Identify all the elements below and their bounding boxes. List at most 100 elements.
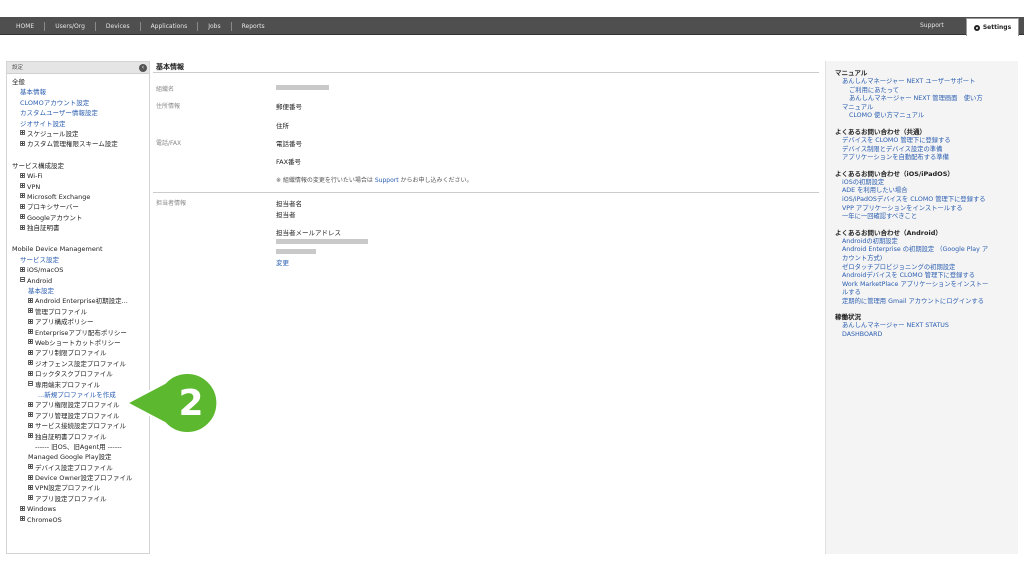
support-link[interactable]: Support — [375, 177, 399, 184]
help-link[interactable]: あんしんマネージャー NEXT STATUS — [835, 322, 1013, 331]
help-link[interactable]: iOS/iPadOSデバイスを CLOMO 管理下に登録する — [835, 196, 1013, 205]
expand-icon[interactable] — [20, 214, 25, 220]
sidebar-item[interactable]: Microsoft Exchange — [12, 192, 149, 202]
help-link[interactable]: アプリケーションを自動配布する準備 — [835, 154, 1013, 163]
sidebar-item[interactable]: Android — [12, 276, 149, 286]
expand-icon[interactable] — [28, 370, 33, 376]
expand-icon[interactable] — [20, 224, 25, 230]
expand-icon[interactable] — [28, 495, 33, 501]
collapse-icon[interactable] — [28, 381, 33, 387]
nav-reports[interactable]: Reports — [232, 22, 275, 31]
expand-icon[interactable] — [28, 474, 33, 480]
help-link[interactable]: デバイス制限とデバイス設定の準備 — [835, 146, 1013, 155]
expand-icon[interactable] — [20, 140, 25, 146]
sidebar-item[interactable]: デバイス設定プロファイル — [12, 463, 149, 473]
expand-icon[interactable] — [28, 329, 33, 335]
gear-icon — [973, 24, 980, 31]
expand-icon[interactable] — [28, 422, 33, 428]
nav-users-org[interactable]: Users/Org — [45, 21, 96, 31]
change-link[interactable]: 変更 — [276, 257, 289, 267]
help-link[interactable]: 定期的に管理用 Gmail アカウントにログインする — [835, 298, 1013, 307]
help-link[interactable]: ADE を利用したい場合 — [835, 187, 1013, 196]
sidebar-item[interactable]: ジオサイト設定 — [12, 119, 149, 129]
sidebar-item[interactable]: VPN設定プロファイル — [12, 483, 149, 493]
nav-jobs[interactable]: Jobs — [198, 21, 232, 31]
nav-home[interactable]: HOME — [8, 21, 46, 31]
help-link[interactable]: ご利用にあたって — [835, 87, 1013, 96]
nav-support[interactable]: Support — [920, 17, 944, 35]
sidebar-item-label: 独自証明書 — [27, 224, 60, 233]
sidebar-item-label: Windows — [27, 505, 57, 514]
sidebar-item[interactable]: Enterpriseアプリ配布ポリシー — [12, 328, 149, 338]
sidebar-item[interactable]: Wi-Fi — [12, 171, 149, 181]
help-link[interactable]: ルする — [835, 289, 1013, 298]
help-link[interactable]: あんしんマネージャー NEXT 管理画面 使い方 — [835, 95, 1013, 104]
sidebar-item[interactable]: Android Enterprise初期設定... — [12, 296, 149, 306]
expand-icon[interactable] — [28, 412, 33, 418]
sidebar-item[interactable]: ChromeOS — [12, 515, 149, 525]
nav-settings-tab[interactable]: Settings — [966, 18, 1019, 36]
contact-email-masked-2 — [276, 249, 316, 254]
expand-icon[interactable] — [28, 464, 33, 470]
expand-icon[interactable] — [28, 297, 33, 303]
sidebar-item[interactable]: ジオフェンス設定プロファイル — [12, 359, 149, 369]
collapse-icon[interactable] — [20, 277, 25, 283]
sidebar-item[interactable]: カスタム管理権限スキーム設定 — [12, 139, 149, 149]
expand-icon[interactable] — [20, 516, 25, 522]
sidebar-item[interactable]: Device Owner設定プロファイル — [12, 473, 149, 483]
help-link[interactable]: 一年に一回確認すべきこと — [835, 213, 1013, 222]
help-link[interactable]: あんしんマネージャー NEXT ユーザーサポート — [835, 78, 1013, 87]
sidebar-item-label: カスタム管理権限スキーム設定 — [27, 140, 118, 149]
nav-devices[interactable]: Devices — [96, 21, 141, 31]
help-link[interactable]: Androidデバイスを CLOMO 管理下に登録する — [835, 272, 1013, 281]
sidebar-item[interactable]: サービス設定 — [12, 255, 149, 265]
expand-icon[interactable] — [28, 360, 33, 366]
expand-icon[interactable] — [28, 349, 33, 355]
help-link[interactable]: ゼロタッチプロビジョニングの初期設定 — [835, 264, 1013, 273]
sidebar-item[interactable]: アプリ制限プロファイル — [12, 348, 149, 358]
sidebar-item[interactable]: VPN — [12, 182, 149, 192]
change-note-suffix: からお申し込みください。 — [400, 177, 473, 184]
sidebar-item[interactable]: Windows — [12, 504, 149, 514]
sidebar-item[interactable]: 基本設定 — [12, 286, 149, 296]
sidebar-item[interactable]: 管理プロファイル — [12, 307, 149, 317]
expand-icon[interactable] — [28, 308, 33, 314]
expand-icon[interactable] — [28, 318, 33, 324]
sidebar-item[interactable]: アプリ設定プロファイル — [12, 494, 149, 504]
help-link[interactable]: VPP アプリケーションをインストールする — [835, 205, 1013, 214]
expand-icon[interactable] — [20, 193, 25, 199]
sidebar-item-label: カスタムユーザー情報設定 — [20, 109, 98, 118]
help-link[interactable]: CLOMO 使い方マニュアル — [835, 112, 1013, 121]
expand-icon[interactable] — [20, 172, 25, 178]
sidebar-item[interactable]: 独自証明書 — [12, 223, 149, 233]
sidebar-item[interactable]: アプリ構成ポリシー — [12, 317, 149, 327]
expand-icon[interactable] — [28, 401, 33, 407]
address-field-label: 住所 — [276, 122, 289, 130]
sidebar-item-label: ------ 旧OS、旧Agent用 ------ — [35, 442, 122, 451]
sidebar-item-label: Android Enterprise初期設定... — [35, 297, 128, 306]
help-link[interactable]: カウント方式) — [835, 255, 1013, 264]
help-link[interactable]: DASHBOARD — [835, 331, 1013, 340]
expand-icon[interactable] — [28, 339, 33, 345]
sidebar-item[interactable]: 基本情報 — [12, 87, 149, 97]
expand-icon[interactable] — [20, 505, 25, 511]
expand-icon[interactable] — [20, 203, 25, 209]
expand-icon[interactable] — [28, 484, 33, 490]
sidebar-item[interactable]: iOS/macOS — [12, 265, 149, 275]
expand-icon[interactable] — [20, 130, 25, 136]
help-link[interactable]: Android Enterprise の初期設定 （Google Play ア — [835, 246, 1013, 255]
sidebar-item[interactable]: スケジュール設定 — [12, 129, 149, 139]
sidebar-item[interactable]: Webショートカットポリシー — [12, 338, 149, 348]
help-link[interactable]: デバイスを CLOMO 管理下に登録する — [835, 137, 1013, 146]
sidebar-item[interactable]: CLOMOアカウント設定 — [12, 98, 149, 108]
expand-icon[interactable] — [28, 433, 33, 438]
expand-icon[interactable] — [20, 266, 25, 272]
collapse-sidebar-icon[interactable]: ‹ — [139, 64, 147, 72]
help-link[interactable]: Work MarketPlace アプリケーションをインストー — [835, 281, 1013, 290]
sidebar-item-label: 独自証明書プロファイル — [35, 432, 107, 441]
sidebar-item[interactable]: Googleアカウント — [12, 213, 149, 223]
sidebar-item[interactable]: プロキシサーバー — [12, 202, 149, 212]
sidebar-item[interactable]: カスタムユーザー情報設定 — [12, 108, 149, 118]
nav-applications[interactable]: Applications — [141, 21, 199, 31]
expand-icon[interactable] — [20, 183, 25, 189]
